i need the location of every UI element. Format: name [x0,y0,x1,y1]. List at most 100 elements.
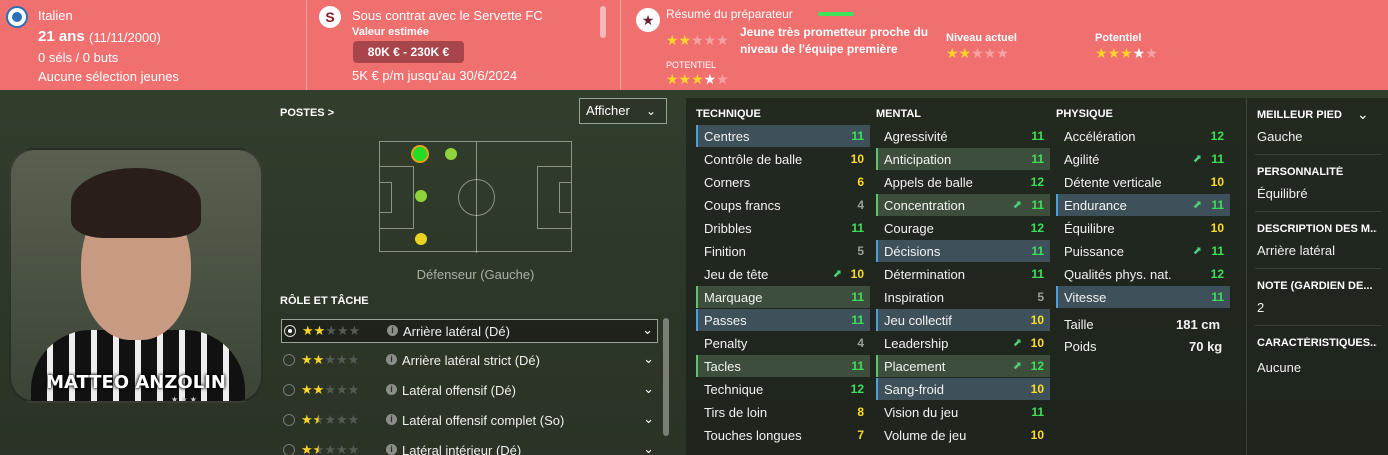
show-dropdown-label: Afficher [586,103,630,118]
attribute-row[interactable]: Technique 12 [696,378,870,400]
info-icon[interactable]: i [386,384,397,395]
attribute-name: Jeu collectif [884,313,952,328]
role-radio[interactable] [283,384,295,396]
role-row[interactable]: ★★★★★ i Arrière latéral strict (Dé) ⌄ [281,349,658,373]
role-label: Arrière latéral strict (Dé) [402,353,540,368]
info-icon[interactable]: i [386,444,397,455]
position-dot-wbl[interactable] [445,148,457,160]
chevron-down-icon[interactable]: ⌄ [643,441,654,455]
weight-label: Poids [1064,339,1097,354]
attribute-row[interactable]: Anticipation 11 [876,148,1050,170]
attribute-row[interactable]: Appels de balle 12 [876,171,1050,193]
attribute-row[interactable]: Courage 12 [876,217,1050,239]
divider [306,0,307,90]
role-row[interactable]: ★★★★★ i Latéral offensif complet (So) ⌄ [281,409,658,433]
chevron-right-icon: > [327,107,335,119]
info-icon[interactable]: i [387,325,398,336]
attribute-row[interactable]: Accélération 12 [1056,125,1230,147]
attribute-row[interactable]: Agressivité 11 [876,125,1050,147]
attribute-row[interactable]: Agilité ⬈ 11 [1056,148,1230,170]
show-dropdown[interactable]: Afficher ⌄ [579,98,667,124]
attribute-row[interactable]: Puissance ⬈ 11 [1056,240,1230,262]
attribute-row[interactable]: Inspiration 5 [876,286,1050,308]
attribute-row[interactable]: Dribbles 11 [696,217,870,239]
attribute-row[interactable]: Contrôle de balle 10 [696,148,870,170]
attribute-row[interactable]: Passes 11 [696,309,870,331]
chevron-down-icon[interactable]: ⌄ [1357,106,1369,123]
attribute-row[interactable]: Équilibre 10 [1056,217,1230,239]
nationality[interactable]: Italien [38,8,73,23]
role-stars: ★★★★★ [301,382,360,397]
attribute-row[interactable]: Tirs de loin 8 [696,401,870,423]
attribute-row[interactable]: Centres 11 [696,125,870,147]
hair [71,168,201,238]
attribute-row[interactable]: Détermination 11 [876,263,1050,285]
role-radio[interactable] [283,444,295,455]
role-stars: ★★★★★ [302,323,361,338]
attribute-value: 11 [1211,244,1224,258]
attribute-name: Courage [884,221,934,236]
attribute-value: 4 [857,336,864,350]
role-row[interactable]: ★★★★★ i Latéral offensif (Dé) ⌄ [281,379,658,403]
attribute-row[interactable]: Endurance ⬈ 11 [1056,194,1230,216]
attribute-value: 10 [1030,382,1044,396]
chevron-down-icon[interactable]: ⌄ [643,411,654,427]
attribute-name: Concentration [884,198,965,213]
attribute-row[interactable]: Jeu de tête ⬈ 10 [696,263,870,285]
attribute-row[interactable]: Tacles 11 [696,355,870,377]
scrollbar[interactable] [600,6,606,38]
role-row[interactable]: ★★★★★ i Latéral intérieur (Dé) ⌄ [281,439,658,455]
servette-club-icon[interactable]: S [319,6,341,28]
attribute-row[interactable]: Coups francs 4 [696,194,870,216]
attribute-row[interactable]: Touches longues 7 [696,424,870,446]
role-radio[interactable] [283,414,295,426]
role-radio[interactable] [284,325,296,337]
info-icon[interactable]: i [386,354,397,365]
attribute-row[interactable]: Marquage 11 [696,286,870,308]
attribute-row[interactable]: Décisions 11 [876,240,1050,262]
scout-report-icon[interactable]: ★ [636,8,660,32]
international-caps: 0 séls / 0 buts [38,50,119,65]
scout-summary-title: Résumé du préparateur [666,7,793,21]
attribute-row[interactable]: Qualités phys. nat. 12 [1056,263,1230,285]
attribute-name: Leadership [884,336,949,351]
chevron-down-icon[interactable]: ⌄ [643,351,654,367]
attribute-row[interactable]: Volume de jeu 10 [876,424,1050,446]
attribute-row[interactable]: Détente verticale 10 [1056,171,1230,193]
attribute-row[interactable]: Jeu collectif 10 [876,309,1050,331]
attribute-row[interactable]: Finition 5 [696,240,870,262]
positions-title[interactable]: POSTES > [280,107,334,119]
contract-status[interactable]: Sous contrat avec le Servette FC [352,8,543,23]
role-stars: ★★★★★ [301,352,360,367]
traits-title: CARACTÉRISTIQUES... [1257,337,1377,349]
attribute-name: Tirs de loin [704,405,768,420]
attribute-name: Contrôle de balle [704,152,803,167]
chevron-down-icon[interactable]: ⌄ [643,381,654,397]
attribute-row[interactable]: Concentration ⬈ 11 [876,194,1050,216]
attribute-row[interactable]: Vitesse 11 [1056,286,1230,308]
attribute-value: 11 [851,221,864,235]
info-icon[interactable]: i [386,414,397,425]
value-label: Valeur estimée [352,26,430,38]
attribute-row[interactable]: Leadership ⬈ 10 [876,332,1050,354]
attribute-row[interactable]: Corners 6 [696,171,870,193]
roles-scrollbar[interactable] [663,318,669,436]
position-dot-dc[interactable] [415,190,427,202]
attribute-row[interactable]: Vision du jeu 11 [876,401,1050,423]
trend-up-icon: ⬈ [1192,245,1202,257]
physique-title: PHYSIQUE [1056,108,1113,120]
attribute-name: Technique [704,382,764,397]
position-dot-dl[interactable] [411,145,429,163]
attribute-name: Agressivité [884,129,948,144]
attribute-value: 10 [850,267,864,281]
role-row[interactable]: ★★★★★ i Arrière latéral (Dé) ⌄ [281,319,658,343]
attribute-row[interactable]: Placement ⬈ 12 [876,355,1050,377]
role-radio[interactable] [283,354,295,366]
position-dot-dr[interactable] [415,233,427,245]
player-name: MATTEO ANZOLIN [46,372,226,393]
attribute-row[interactable]: Penalty 4 [696,332,870,354]
attribute-row[interactable]: Sang-froid 10 [876,378,1050,400]
role-stars: ★★★★★ [301,442,360,455]
attribute-value: 11 [1031,267,1044,281]
chevron-down-icon[interactable]: ⌄ [642,322,653,338]
